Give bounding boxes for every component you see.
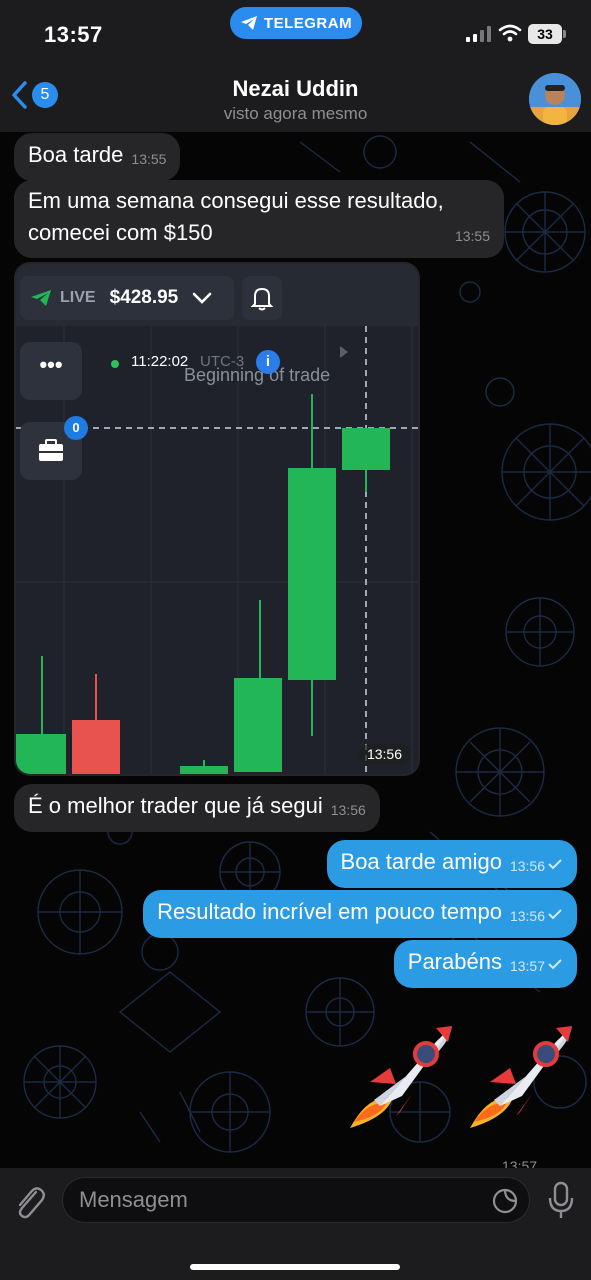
- rocket-icon[interactable]: [460, 1022, 576, 1134]
- notifications-button[interactable]: [242, 276, 282, 320]
- signal-icon: [466, 26, 491, 42]
- message-text: Resultado incrível em pouco tempo: [157, 899, 502, 924]
- home-indicator[interactable]: [190, 1264, 400, 1270]
- battery-level: 33: [528, 24, 562, 44]
- microphone-icon[interactable]: [546, 1180, 576, 1220]
- contact-status: visto agora mesmo: [223, 104, 368, 123]
- menu-button[interactable]: •••: [20, 342, 82, 400]
- play-icon: [340, 346, 348, 358]
- wifi-icon: [498, 24, 522, 42]
- message-time: 13:56: [509, 908, 545, 924]
- message-time: 13:55: [131, 151, 167, 167]
- battery-nub: [563, 30, 566, 38]
- account-balance: $428.95: [109, 287, 179, 308]
- paperclip-icon[interactable]: [12, 1182, 48, 1222]
- paper-plane-icon: [31, 290, 51, 306]
- outgoing-message[interactable]: Boa tarde amigo 13:56: [326, 840, 577, 888]
- portfolio-badge: 0: [64, 416, 88, 440]
- message-time: 13:56: [509, 858, 545, 874]
- message-time: 13:56: [358, 744, 410, 764]
- paper-plane-icon: [240, 16, 257, 30]
- photo-message[interactable]: LIVE $428.95 ••• 0 11:22:02 UTC-3 Beginn…: [14, 262, 420, 776]
- battery-icon: 33: [528, 24, 566, 44]
- message-composer: [0, 1168, 591, 1280]
- message-text: Parabéns: [407, 949, 502, 974]
- incoming-message[interactable]: Em uma semana consegui esse resultado, c…: [14, 180, 504, 258]
- telegram-pill[interactable]: TELEGRAM: [230, 7, 362, 39]
- info-icon[interactable]: i: [256, 350, 280, 374]
- message-time: 13:56: [330, 802, 366, 818]
- outgoing-message[interactable]: Parabéns 13:57: [393, 940, 577, 988]
- clock: 13:57: [44, 22, 103, 47]
- chart-clock: 11:22:02: [131, 353, 189, 370]
- trading-screenshot[interactable]: LIVE $428.95 ••• 0 11:22:02 UTC-3 Beginn…: [16, 264, 418, 774]
- chevron-down-icon: [192, 292, 212, 304]
- rocket-icon[interactable]: [340, 1022, 456, 1134]
- message-time: 13:55: [454, 228, 490, 244]
- live-label: LIVE: [60, 289, 96, 306]
- telegram-label: TELEGRAM: [263, 14, 353, 32]
- message-time: 13:57: [509, 958, 545, 974]
- live-dot: [111, 360, 119, 368]
- candlestick-chart: [16, 326, 418, 774]
- message-text-line: Em uma semana consegui esse resultado,: [28, 188, 444, 213]
- incoming-message[interactable]: É o melhor trader que já segui 13:56: [14, 784, 380, 832]
- avatar-image: [529, 73, 581, 125]
- chat-header: 5 Nezai Uddin visto agora mesmo: [0, 64, 591, 132]
- check-icon: [548, 959, 562, 970]
- message-field[interactable]: [62, 1177, 530, 1223]
- contact-name[interactable]: Nezai Uddin: [0, 76, 591, 102]
- outgoing-message[interactable]: Resultado incrível em pouco tempo 13:56: [143, 890, 577, 938]
- incoming-message[interactable]: Boa tarde 13:55: [14, 133, 181, 181]
- avatar[interactable]: [529, 73, 581, 125]
- message-text-line: comecei com $150: [28, 220, 213, 245]
- check-icon: [548, 909, 562, 920]
- message-input[interactable]: [79, 1178, 479, 1222]
- sticker-icon[interactable]: [491, 1187, 519, 1215]
- message-text: Boa tarde amigo: [340, 849, 502, 874]
- message-text: É o melhor trader que já segui: [28, 793, 323, 818]
- message-text: Boa tarde: [28, 142, 124, 167]
- status-bar: 13:57 TELEGRAM 33: [0, 0, 591, 64]
- bell-icon: [250, 287, 274, 311]
- account-selector[interactable]: LIVE $428.95: [20, 276, 234, 320]
- check-icon: [548, 859, 562, 870]
